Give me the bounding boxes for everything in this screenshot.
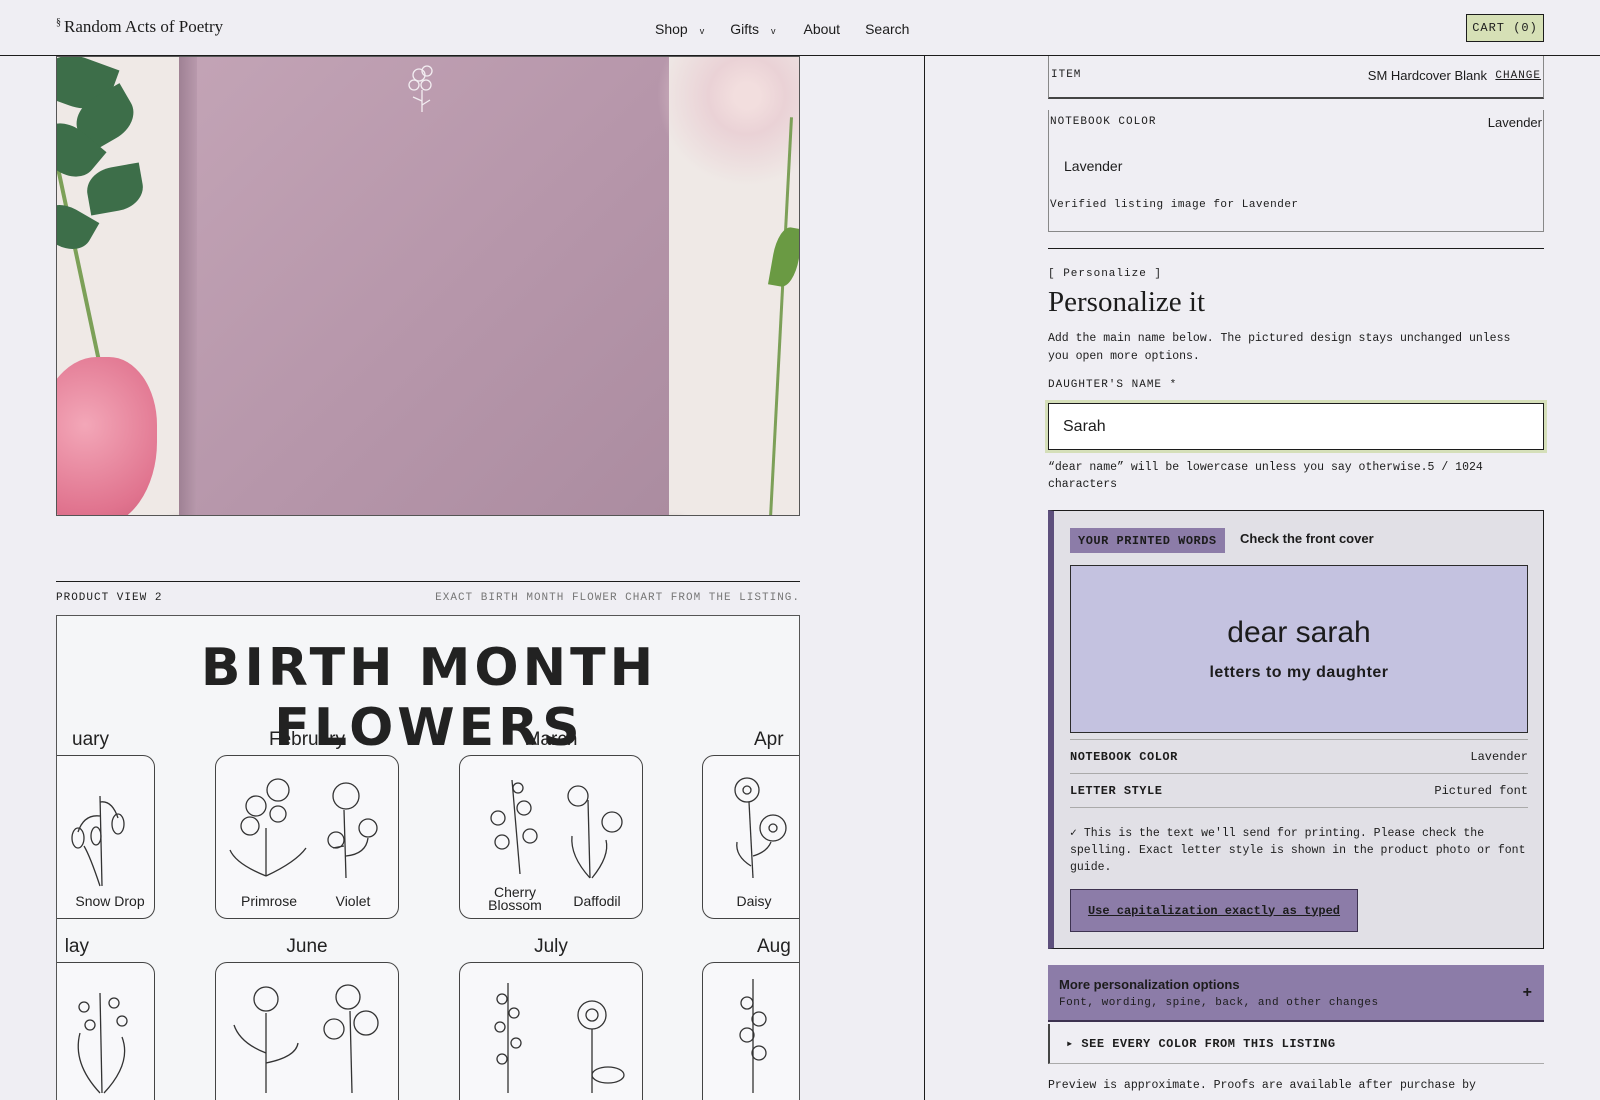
printed-row-letter-style: LETTER STYLE Pictured font (1070, 773, 1528, 807)
month-label: Aug (757, 936, 791, 957)
month-label: Apr (754, 729, 784, 750)
more-options-subtitle: Font, wording, spine, back, and other ch… (1059, 997, 1379, 1009)
nav-search-label: Search (865, 21, 910, 37)
flower-name: Primrose (240, 893, 297, 909)
eucalyptus-leaf (83, 162, 147, 216)
printed-row-color: NOTEBOOK COLOR Lavender (1070, 739, 1528, 773)
section-crumb: [ Personalize ] (1048, 268, 1163, 280)
site-header: § Random Acts of Poetry Shop v Gifts v Abou… (0, 0, 1600, 56)
flower-card-august (702, 962, 799, 1100)
lavender-notebook (179, 57, 669, 515)
printed-words-subtitle: Check the front cover (1240, 531, 1374, 546)
flower-name: Daisy (736, 893, 772, 909)
pink-rose (57, 357, 157, 515)
flower-emblem-icon (408, 65, 433, 112)
flower-card-march: Cherry Blossom Daffodil (459, 755, 643, 919)
astilbe-flowers (657, 57, 799, 187)
main-nav: Shop v Gifts v About Search (655, 21, 935, 37)
flower-card-january: Snow Drop (57, 755, 155, 919)
change-item-link[interactable]: CHANGE (1495, 70, 1541, 82)
printing-note: ✓ This is the text we'll send for printi… (1070, 827, 1526, 874)
logo-mark: § (56, 17, 61, 28)
logo-text: Random Acts of Poetry (64, 17, 224, 36)
birth-month-flower-chart: BIRTH MONTH FLOWERS uary February March … (56, 615, 800, 1100)
chart-title: BIRTH MONTH FLOWERS (200, 638, 658, 758)
verified-image-note: Verified listing image for Lavender (1050, 199, 1299, 211)
chevron-down-icon: v (770, 25, 776, 36)
notebook-spine (179, 57, 197, 515)
printed-row-value: Pictured font (1434, 783, 1528, 798)
item-summary: ITEM SM Hardcover Blank CHANGE (1048, 56, 1544, 99)
printed-row-divider (1070, 807, 1528, 808)
product-view-2-label: PRODUCT VIEW 2 (56, 592, 163, 604)
nav-about[interactable]: About (803, 21, 840, 37)
printed-words-panel: YOUR PRINTED WORDS Check the front cover… (1048, 510, 1544, 949)
notebook-color-label: NOTEBOOK COLOR (1050, 116, 1157, 128)
column-divider (924, 56, 925, 1100)
month-label: lay (64, 936, 89, 957)
nav-shop-label: Shop (655, 21, 688, 37)
flower-card-april: Daisy (702, 755, 799, 919)
cover-line-2: letters to my daughter (1209, 664, 1389, 681)
nav-about-label: About (803, 21, 841, 37)
more-personalization-options-toggle[interactable]: More personalization options Font, wordi… (1048, 965, 1544, 1022)
product-view-2-header: PRODUCT VIEW 2 EXACT BIRTH MONTH FLOWER … (56, 581, 800, 604)
honeysuckle-rose-icon (233, 984, 379, 1094)
month-label: July (534, 936, 568, 957)
front-cover-preview: dear sarah letters to my daughter (1070, 565, 1528, 733)
product-view-2-caption: EXACT BIRTH MONTH FLOWER CHART FROM THE … (435, 592, 800, 604)
printed-row-key: NOTEBOOK COLOR (1070, 749, 1178, 764)
month-label: March (524, 729, 578, 750)
month-label: June (286, 936, 328, 957)
cover-line-1: dear sarah (1227, 616, 1371, 649)
flower-name: Violet (335, 893, 371, 909)
daughters-name-input[interactable] (1045, 400, 1547, 453)
nav-gifts-label: Gifts (730, 21, 759, 37)
personalize-heading: Personalize it (1048, 286, 1206, 318)
flower-name: Daffodil (573, 893, 621, 909)
lily-of-the-valley-icon (77, 992, 128, 1094)
name-field-hint: “dear name” will be lowercase unless you… (1048, 461, 1483, 491)
preview-footnote: Preview is approximate. Proofs are avail… (1048, 1079, 1476, 1092)
gladiolus-icon (739, 979, 767, 1093)
daughters-name-label: DAUGHTER'S NAME * (1048, 379, 1178, 391)
printed-row-value: Lavender (1470, 749, 1528, 764)
chevron-down-icon: v (699, 25, 705, 36)
flower-card-july (459, 962, 643, 1100)
nav-search[interactable]: Search (865, 21, 909, 37)
flower-card-may (57, 962, 155, 1100)
notebook-color-value: Lavender (1487, 115, 1542, 130)
flower-name: Cherry Blossom (488, 884, 542, 913)
notebook-color-selector: NOTEBOOK COLOR Lavender Lavender Verifie… (1048, 110, 1544, 232)
month-label: February (268, 729, 346, 750)
printed-words-tag: YOUR PRINTED WORDS (1070, 528, 1225, 553)
nav-shop[interactable]: Shop v (655, 21, 704, 37)
site-logo[interactable]: § Random Acts of Poetry (56, 17, 223, 37)
color-option-selected[interactable]: Lavender (1064, 158, 1122, 174)
flower-card-february: Primrose Violet (215, 755, 399, 919)
use-exact-capitalization-button[interactable]: Use capitalization exactly as typed (1070, 889, 1358, 932)
personalize-description: Add the main name below. The pictured de… (1048, 332, 1511, 363)
larkspur-waterlily-icon (494, 983, 625, 1093)
nav-gifts[interactable]: Gifts v (730, 21, 775, 37)
section-divider (1048, 248, 1544, 249)
cart-button[interactable]: CART (0) (1466, 14, 1544, 42)
leaf-decor (767, 225, 799, 289)
item-label: ITEM (1051, 69, 1082, 81)
plus-icon: + (1522, 984, 1532, 1001)
printed-row-key: LETTER STYLE (1070, 783, 1163, 798)
month-label: uary (72, 729, 109, 750)
more-options-title: More personalization options (1059, 977, 1240, 992)
flower-name: Snow Drop (75, 893, 145, 909)
see-every-color-disclosure[interactable]: ▸ SEE EVERY COLOR FROM THIS LISTING (1048, 1024, 1544, 1064)
item-value: SM Hardcover Blank (1367, 68, 1487, 83)
flower-card-june (215, 962, 399, 1100)
product-photo-lavender-notebook (56, 56, 800, 516)
